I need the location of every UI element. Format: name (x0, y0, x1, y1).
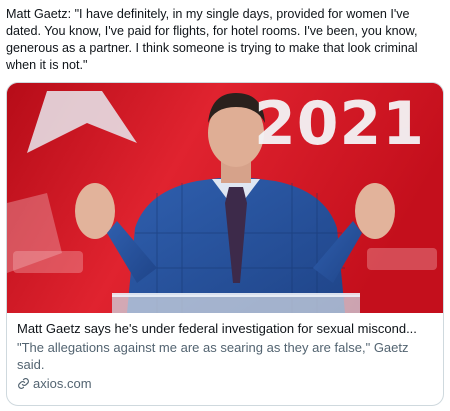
link-icon (17, 377, 30, 390)
card-title[interactable]: Matt Gaetz says he's under federal inves… (17, 320, 433, 337)
card-domain-row[interactable]: axios.com (17, 375, 433, 392)
card-meta[interactable]: Matt Gaetz says he's under federal inves… (7, 313, 443, 392)
tweet-text: Matt Gaetz: "I have definitely, in my si… (6, 7, 418, 72)
banner-year-text: 2021 (254, 89, 425, 159)
card-image[interactable]: 2021 (7, 83, 443, 313)
card-description: "The allegations against me are as seari… (17, 340, 409, 372)
card-domain[interactable]: axios.com (33, 375, 92, 392)
link-preview-card[interactable]: 2021 Matt Gaetz says he's under federal … (6, 82, 444, 406)
